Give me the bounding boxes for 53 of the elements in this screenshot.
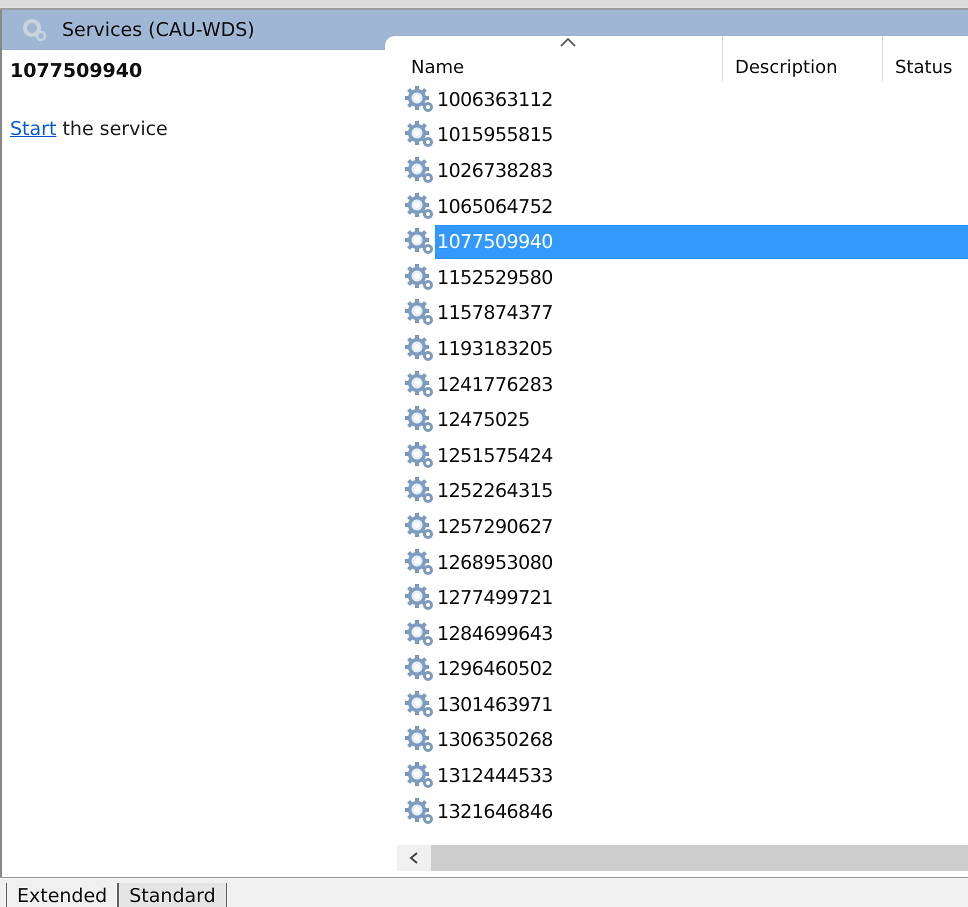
- service-row[interactable]: 1296460502: [435, 652, 968, 686]
- view-tab[interactable]: Extended: [6, 883, 118, 907]
- service-row[interactable]: 1252264315: [435, 474, 968, 508]
- service-row[interactable]: 1152529580: [435, 260, 968, 295]
- action-text: Start the service: [10, 118, 169, 140]
- gear-icon: [405, 798, 435, 826]
- gear-icon: [405, 726, 435, 754]
- service-row[interactable]: 1257290627: [435, 510, 968, 544]
- gear-icon: [405, 228, 435, 256]
- sort-up-icon: [560, 38, 576, 47]
- scrollbar-thumb[interactable]: [431, 845, 968, 871]
- service-row[interactable]: 1026738283: [435, 154, 968, 188]
- gear-icon: [405, 477, 435, 506]
- gear-icon: [405, 512, 435, 541]
- gear-icon: [405, 334, 435, 363]
- service-row[interactable]: 1193183205: [435, 332, 968, 366]
- service-row[interactable]: 1241776283: [435, 368, 968, 402]
- column-header[interactable]: Name: [385, 36, 723, 82]
- column-header[interactable]: Description: [723, 36, 883, 82]
- service-name: 1077509940: [10, 60, 144, 82]
- window-title: Services (CAU-WDS): [62, 19, 255, 41]
- start-link[interactable]: Start: [10, 118, 56, 140]
- service-row[interactable]: 1321646846: [435, 794, 968, 829]
- gear-icon: [405, 121, 435, 150]
- service-row[interactable]: 1312444533: [435, 759, 968, 794]
- gear-icon: [405, 299, 435, 328]
- gear-icon: [405, 620, 435, 648]
- gear-icon: [405, 86, 435, 114]
- gear-icon: [405, 156, 435, 185]
- service-row[interactable]: 12475025: [435, 403, 968, 438]
- service-row[interactable]: 1306350268: [435, 723, 968, 758]
- service-row[interactable]: 1006363112: [435, 82, 968, 117]
- gear-icon: [405, 264, 435, 292]
- service-row[interactable]: 1157874377: [435, 296, 968, 330]
- service-row[interactable]: 1277499721: [435, 581, 968, 616]
- gear-icon: [405, 584, 435, 612]
- gear-icon: [405, 655, 435, 684]
- gear-icon: [405, 192, 435, 221]
- view-tab[interactable]: Standard: [118, 883, 227, 907]
- gear-icon: [405, 442, 435, 470]
- column-header[interactable]: Status: [883, 36, 952, 82]
- gears-icon: [22, 18, 48, 42]
- service-row[interactable]: 1284699643: [435, 616, 968, 651]
- gear-icon: [405, 548, 435, 577]
- service-row[interactable]: 1015955815: [435, 118, 968, 152]
- gear-icon: [405, 762, 435, 790]
- service-row[interactable]: 1268953080: [435, 546, 968, 580]
- service-row[interactable]: 1301463971: [435, 688, 968, 722]
- service-row[interactable]: 1065064752: [435, 190, 968, 224]
- gear-icon: [405, 406, 435, 434]
- gear-icon: [405, 690, 435, 719]
- gear-icon: [405, 370, 435, 399]
- service-row[interactable]: 1251575424: [435, 438, 968, 473]
